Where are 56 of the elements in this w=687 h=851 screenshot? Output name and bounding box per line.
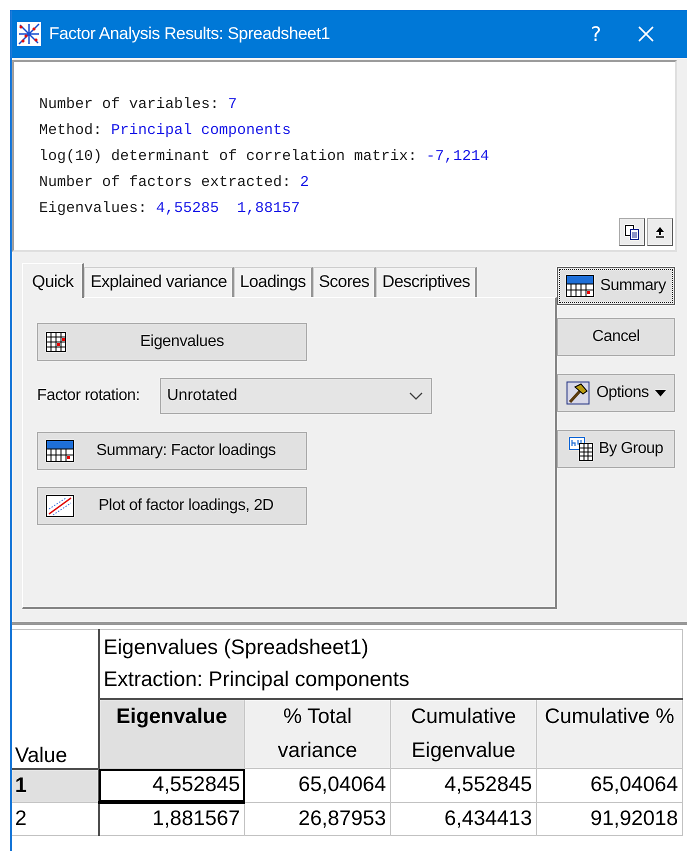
- by-group-button[interactable]: By Group: [557, 430, 675, 468]
- info-value: 2: [300, 174, 310, 191]
- plot-loadings-button[interactable]: Plot of factor loadings, 2D: [37, 487, 307, 525]
- hammer-icon: [566, 381, 590, 405]
- caret-down-icon: [654, 390, 666, 396]
- options-button[interactable]: Options: [557, 374, 675, 412]
- window-title: Factor Analysis Results: Spreadsheet1: [49, 24, 331, 44]
- column-header[interactable]: % Total variance: [244, 699, 390, 768]
- info-label: log(10) determinant of correlation matrix:: [39, 148, 418, 165]
- eigenvalues-button[interactable]: Eigenvalues: [37, 323, 307, 361]
- table-cell: 6,434413: [390, 802, 536, 835]
- column-header[interactable]: Cumulative Eigenvalue: [390, 699, 536, 768]
- info-label: Method:: [39, 122, 102, 139]
- tab[interactable]: Descriptives: [376, 267, 478, 297]
- summary-button[interactable]: Summary: [557, 267, 675, 305]
- table-cell: 65,04064: [536, 768, 682, 802]
- table-cell: 4,552845: [390, 768, 536, 802]
- column-header[interactable]: Cumulative %: [536, 699, 682, 768]
- info-label: Number of variables:: [39, 96, 220, 113]
- chevron-down-icon: [409, 392, 423, 400]
- copy-icon: [624, 224, 640, 240]
- info-value: 4,55285 1,88157: [156, 200, 300, 217]
- close-icon: [637, 25, 655, 43]
- table-cell: 4,552845: [98, 768, 244, 802]
- tab[interactable]: Scores: [312, 267, 376, 297]
- row-header[interactable]: 2: [12, 802, 98, 835]
- tab[interactable]: Loadings: [234, 267, 313, 297]
- copy-button[interactable]: [619, 218, 645, 246]
- summary-table-icon: [566, 275, 594, 297]
- info-value: -7,1214: [426, 148, 490, 165]
- scatter-plot-icon: [17, 22, 41, 46]
- grouped-table-icon: [568, 437, 593, 461]
- table-icon: [46, 332, 66, 352]
- collapse-button[interactable]: [647, 218, 673, 246]
- summary-loadings-button[interactable]: Summary: Factor loadings: [37, 432, 307, 470]
- table-title: Extraction: Principal components: [104, 667, 410, 693]
- tab[interactable]: Quick: [22, 263, 84, 298]
- summary-table-icon: [46, 440, 74, 462]
- column-header[interactable]: Eigenvalue: [98, 699, 244, 768]
- help-button[interactable]: ?: [571, 14, 621, 54]
- info-value: 7: [228, 96, 238, 113]
- line-chart-icon: [46, 495, 74, 517]
- rotation-dropdown[interactable]: Unrotated: [160, 378, 432, 414]
- tab[interactable]: Explained variance: [84, 267, 234, 297]
- row-header[interactable]: 1: [12, 768, 98, 802]
- table-cell: 91,92018: [536, 802, 682, 835]
- table-cell: 1,881567: [98, 802, 244, 835]
- info-label: Eigenvalues:: [39, 200, 148, 217]
- info-label: Number of factors extracted:: [39, 174, 292, 191]
- table-cell: 65,04064: [244, 768, 390, 802]
- cancel-button[interactable]: Cancel: [557, 318, 675, 356]
- info-value: Principal components: [111, 122, 292, 139]
- table-cell: 26,87953: [244, 802, 390, 835]
- up-arrow-icon: [654, 225, 666, 239]
- table-title: Eigenvalues (Spreadsheet1): [104, 635, 370, 661]
- field-label: Factor rotation:: [37, 387, 141, 405]
